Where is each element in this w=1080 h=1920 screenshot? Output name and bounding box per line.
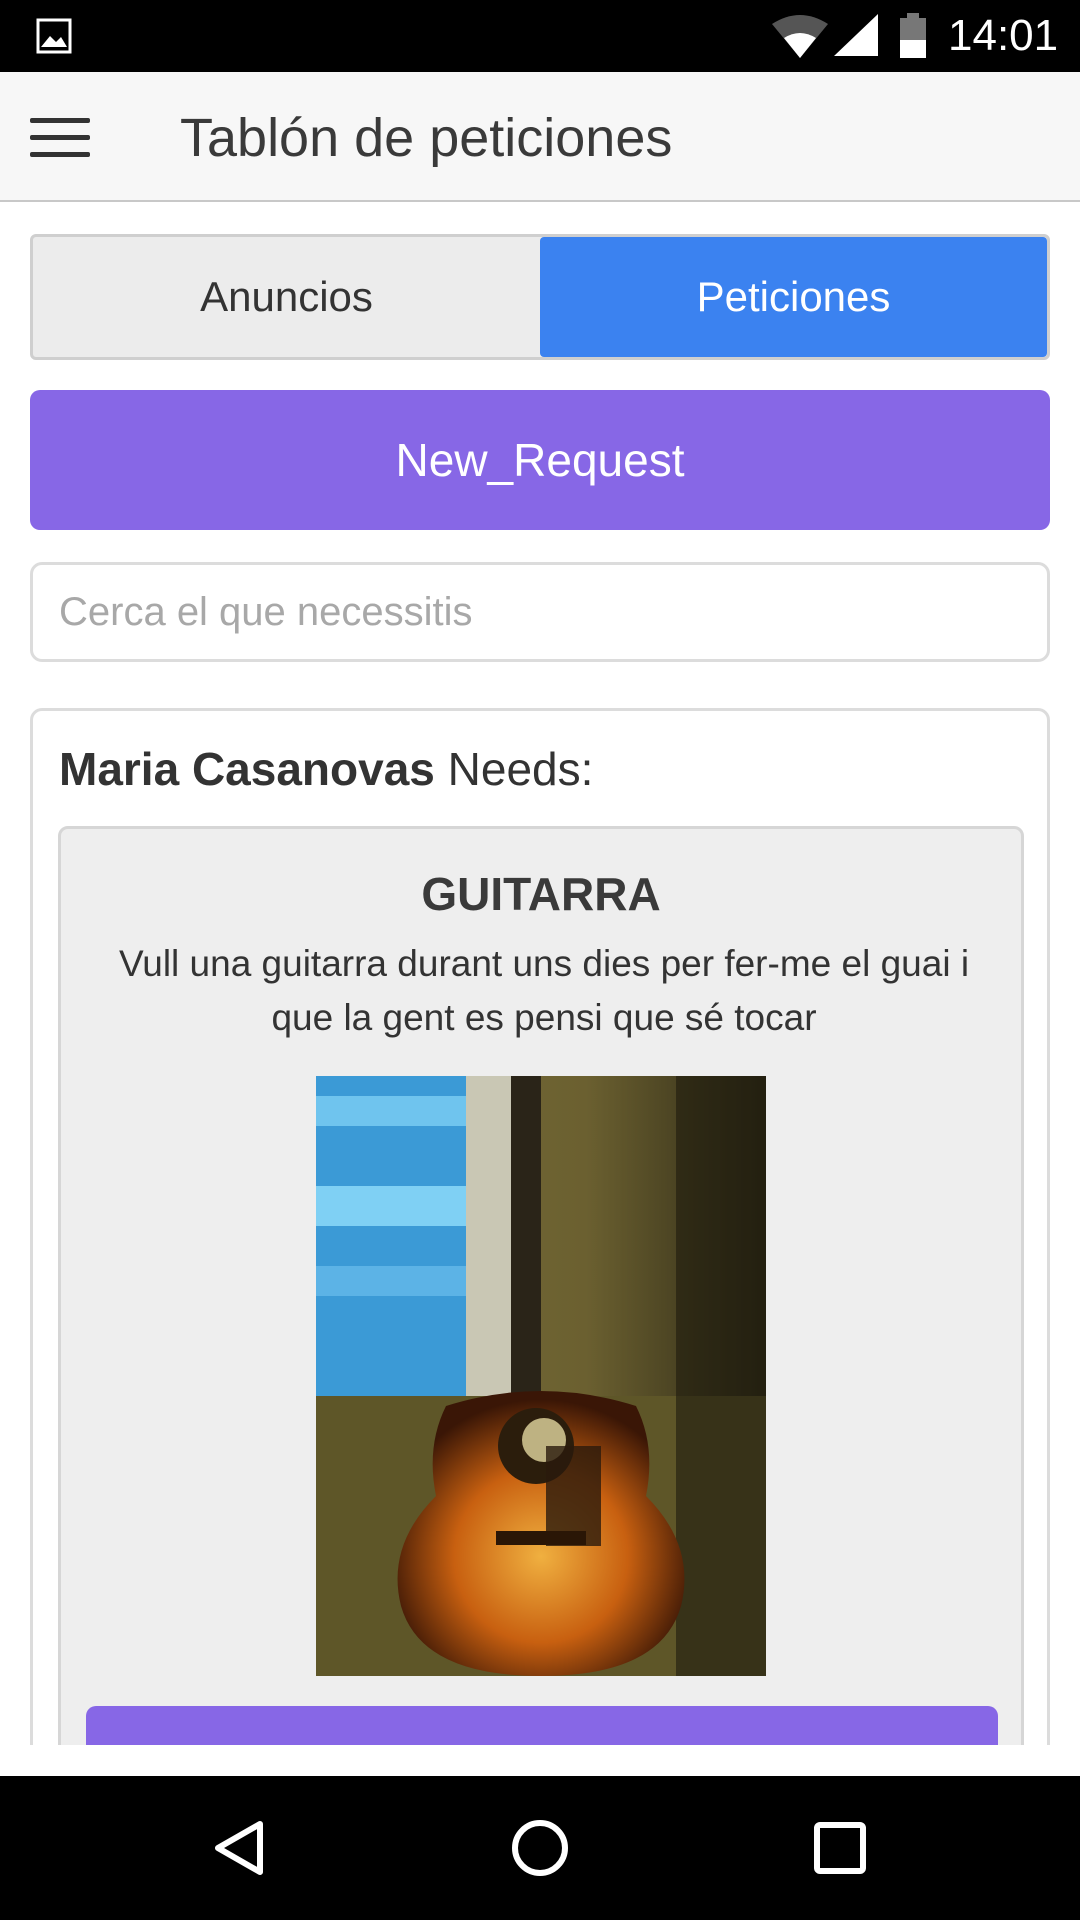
status-clock: 14:01 <box>948 11 1059 60</box>
item-title: GUITARRA <box>421 868 661 920</box>
offer-help-button[interactable] <box>86 1706 998 1745</box>
signal-icon <box>834 14 878 56</box>
request-card: Maria Casanovas Needs: GUITARRA Vull una… <box>30 708 1050 1745</box>
gallery-icon <box>36 18 72 54</box>
tab-peticiones[interactable]: Peticiones <box>540 237 1047 357</box>
segmented-tabs: Anuncios Peticiones <box>30 234 1050 360</box>
acoustic-guitar-photo <box>316 1076 766 1676</box>
page-title: Tablón de peticiones <box>180 108 673 168</box>
request-author-line: Maria Casanovas Needs: <box>59 741 593 797</box>
search-input[interactable] <box>30 562 1050 662</box>
back-icon[interactable] <box>208 1816 272 1880</box>
app-bar: Tablón de peticiones <box>0 72 1080 202</box>
recents-icon[interactable] <box>808 1816 872 1880</box>
needs-label: Needs: <box>447 743 594 795</box>
hamburger-menu-icon[interactable] <box>20 102 100 172</box>
home-icon[interactable] <box>508 1816 572 1880</box>
navigation-bar <box>0 1776 1080 1920</box>
item-description: Vull una guitarra durant uns dies per fe… <box>118 943 970 1038</box>
request-list: Maria Casanovas Needs: GUITARRA Vull una… <box>0 700 1080 1745</box>
tab-anuncios[interactable]: Anuncios <box>33 237 540 357</box>
request-item-panel: GUITARRA Vull una guitarra durant uns di… <box>58 826 1024 1745</box>
author-name[interactable]: Maria Casanovas <box>59 743 435 795</box>
battery-icon <box>900 13 926 58</box>
new-request-button[interactable]: New_Request <box>30 390 1050 530</box>
status-bar: 14:01 <box>0 0 1080 72</box>
wifi-icon <box>772 15 828 58</box>
